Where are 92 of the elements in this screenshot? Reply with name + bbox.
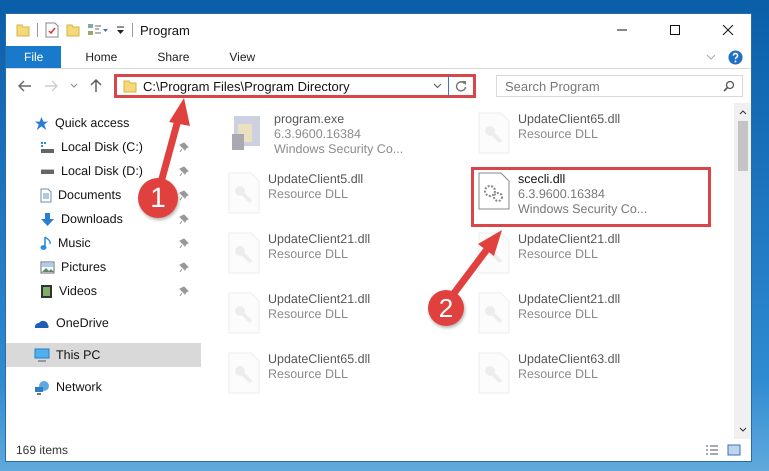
network-globe-icon <box>34 380 50 394</box>
file-detail: 6.3.9600.16384 <box>518 187 606 202</box>
scrollbar-thumb[interactable] <box>738 121 748 171</box>
music-note-icon <box>40 236 52 250</box>
sidebar-item[interactable]: Music <box>6 231 95 255</box>
customize-caret-icon[interactable] <box>116 25 125 35</box>
file-detail: Resource DLL <box>518 307 599 322</box>
sidebar-item[interactable]: Quick access <box>6 111 201 135</box>
dropdown-caret-icon[interactable] <box>433 83 442 89</box>
minimize-icon <box>616 29 628 31</box>
file-item[interactable]: scecli.dll 6.3.9600.16384 Windows Security Co... <box>471 167 711 227</box>
drive-icon <box>40 168 55 174</box>
file-item[interactable]: UpdateClient65.dll Resource DLL <box>221 347 378 407</box>
pin-icon[interactable] <box>179 166 189 176</box>
large-icons-view-icon[interactable] <box>727 444 741 456</box>
file-detail: 6.3.9600.16384 <box>274 127 362 142</box>
file-detail: Resource DLL <box>268 307 349 322</box>
monitor-icon <box>34 348 50 362</box>
download-arrow-icon <box>40 212 55 226</box>
file-name: UpdateClient21.dll <box>518 232 620 247</box>
star-icon <box>34 116 49 130</box>
file-name: UpdateClient21.dll <box>268 232 370 247</box>
close-icon <box>722 24 734 36</box>
sidebar-item[interactable]: Pictures <box>6 255 110 279</box>
sidebar-item[interactable]: Network <box>6 375 201 399</box>
file-detail: Windows Security Co... <box>518 202 648 217</box>
expand-ribbon-icon[interactable] <box>706 53 716 61</box>
sidebar-item[interactable]: Documents <box>6 183 126 207</box>
recent-caret-icon[interactable] <box>70 83 78 89</box>
file-name: program.exe <box>274 112 346 127</box>
folder-icon[interactable] <box>16 23 30 37</box>
file-item[interactable]: program.exe 6.3.9600.16384 Windows Security Co... <box>221 107 410 167</box>
folder-icon[interactable] <box>66 23 80 37</box>
scroll-up-icon[interactable] <box>738 109 746 115</box>
details-view-icon[interactable] <box>705 444 719 456</box>
item-count: 169 items <box>16 443 68 457</box>
file-name: scecli.dll <box>518 172 566 187</box>
file-detail: Resource DLL <box>268 247 349 262</box>
view-list-icon[interactable] <box>87 23 109 37</box>
sidebar-item[interactable]: Videos <box>6 279 101 303</box>
file-name: UpdateClient21.dll <box>518 292 620 307</box>
file-item[interactable]: UpdateClient21.dll Resource DLL <box>221 287 378 347</box>
file-name: UpdateClient65.dll <box>518 112 620 127</box>
window-title: Program <box>140 22 190 38</box>
ribbon-tab[interactable]: Home <box>69 46 134 68</box>
scroll-down-icon[interactable] <box>738 427 746 433</box>
pin-icon[interactable] <box>179 190 189 200</box>
file-item[interactable]: UpdateClient21.dll Resource DLL <box>221 227 378 287</box>
ribbon-tab[interactable]: View <box>213 46 272 68</box>
properties-icon[interactable] <box>45 22 59 38</box>
sidebar-item[interactable]: OneDrive <box>6 311 201 335</box>
file-name: UpdateClient5.dll <box>268 172 364 187</box>
picture-icon <box>40 260 55 274</box>
refresh-icon[interactable] <box>455 80 467 92</box>
folder-icon <box>123 79 137 93</box>
up-arrow-icon[interactable] <box>90 79 102 93</box>
address-bar[interactable]: C:\Program Files\Program Directory <box>114 74 476 98</box>
forward-arrow-icon[interactable] <box>44 80 58 92</box>
pin-icon[interactable] <box>179 214 189 224</box>
sidebar-item[interactable]: Downloads <box>6 207 127 231</box>
search-field[interactable]: Search Program <box>496 75 743 97</box>
file-name: UpdateClient21.dll <box>268 292 370 307</box>
maximize-icon <box>669 24 681 36</box>
file-detail: Resource DLL <box>518 367 599 382</box>
search-icon <box>723 80 735 92</box>
file-detail: Resource DLL <box>518 247 599 262</box>
file-detail: Resource DLL <box>518 127 599 142</box>
file-name: UpdateClient63.dll <box>518 352 620 367</box>
pin-icon[interactable] <box>179 286 189 296</box>
file-detail: Resource DLL <box>268 187 349 202</box>
file-item[interactable]: UpdateClient21.dll Resource DLL <box>471 287 628 347</box>
file-detail: Windows Security Co... <box>274 142 404 157</box>
sidebar-item[interactable]: This PC <box>6 343 201 367</box>
pin-icon[interactable] <box>179 262 189 272</box>
sidebar-item[interactable]: Local Disk (C:) <box>6 135 147 159</box>
pin-icon[interactable] <box>179 238 189 248</box>
file-detail: Resource DLL <box>268 367 349 382</box>
back-arrow-icon[interactable] <box>18 80 32 92</box>
film-icon <box>40 284 53 298</box>
address-path: C:\Program Files\Program Directory <box>143 78 351 94</box>
drive-icon <box>40 140 55 154</box>
gear-file-icon <box>478 172 510 210</box>
file-item[interactable]: UpdateClient63.dll Resource DLL <box>471 347 628 407</box>
ribbon-tab[interactable]: Share <box>141 46 206 68</box>
file-item[interactable]: UpdateClient5.dll Resource DLL <box>221 167 370 227</box>
help-icon[interactable] <box>728 50 743 64</box>
ribbon-tab[interactable]: File <box>6 46 62 68</box>
document-icon <box>40 188 52 202</box>
pin-icon[interactable] <box>179 142 189 152</box>
file-item[interactable]: UpdateClient65.dll Resource DLL <box>471 107 628 167</box>
file-name: UpdateClient65.dll <box>268 352 370 367</box>
scrollbar[interactable] <box>734 103 751 439</box>
